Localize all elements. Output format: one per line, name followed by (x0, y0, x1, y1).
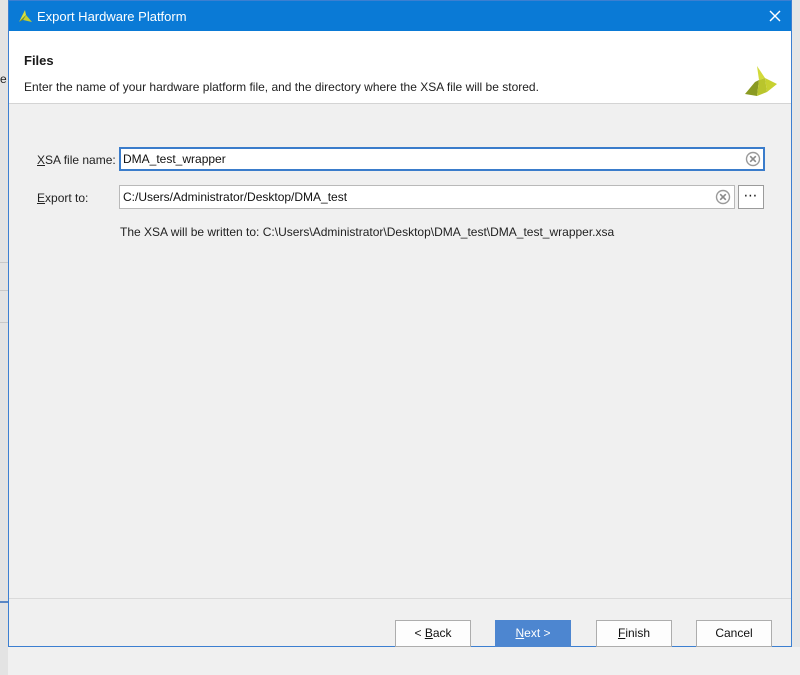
browse-button[interactable]: ⋯ (738, 185, 764, 209)
footer-divider (9, 598, 791, 599)
xsa-file-name-input[interactable]: DMA_test_wrapper (119, 147, 765, 171)
clear-icon[interactable] (715, 189, 731, 205)
background-app-edge: e (0, 0, 8, 675)
divider (0, 601, 8, 603)
xsa-output-path-info: The XSA will be written to: C:\Users\Adm… (120, 225, 615, 239)
wizard-header: Files Enter the name of your hardware pl… (9, 31, 791, 104)
background-app-bottom (8, 647, 800, 675)
export-directory-input[interactable]: C:/Users/Administrator/Desktop/DMA_test (119, 185, 735, 209)
page-title: Files (24, 53, 54, 68)
divider (0, 262, 8, 263)
background-text: e (0, 72, 7, 86)
back-button[interactable]: < Back (395, 620, 471, 647)
export-to-label: Export to: (37, 191, 89, 205)
xsa-file-name-label: XSA file name: (37, 153, 116, 167)
export-directory-value: C:/Users/Administrator/Desktop/DMA_test (123, 190, 348, 204)
divider (0, 322, 8, 323)
xilinx-logo-icon (745, 66, 777, 96)
clear-icon[interactable] (745, 151, 761, 167)
dialog-title: Export Hardware Platform (37, 9, 187, 24)
divider (0, 290, 8, 291)
xsa-file-name-value: DMA_test_wrapper (123, 152, 226, 166)
next-button[interactable]: Next > (495, 620, 571, 647)
page-description: Enter the name of your hardware platform… (24, 80, 539, 94)
finish-button[interactable]: Finish (596, 620, 672, 647)
close-icon[interactable] (765, 6, 785, 26)
cancel-button[interactable]: Cancel (696, 620, 772, 647)
export-hardware-platform-dialog: Export Hardware Platform Files Enter the… (8, 0, 792, 647)
title-bar[interactable]: Export Hardware Platform (9, 1, 791, 31)
xilinx-logo-icon (19, 10, 32, 22)
